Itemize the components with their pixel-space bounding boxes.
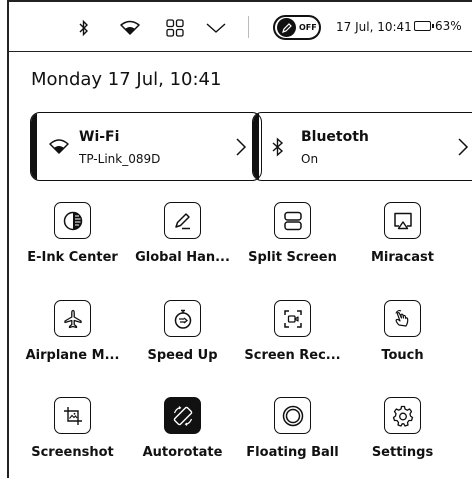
split-screen-icon [274,202,311,239]
control-center-panel: OFF 17 Jul, 10:41 63% Monday 17 Jul, 10:… [7,0,472,478]
tile-screenshot[interactable]: Screenshot [16,397,126,477]
tile-label: Screen Rec... [244,348,341,363]
apps-grid-icon[interactable] [164,17,186,39]
tile-screen-recording[interactable]: Screen Rec... [236,300,346,380]
tile-label: Split Screen [248,250,337,265]
wifi-network-name: TP-Link_089D [79,152,161,166]
tile-airplane-mode[interactable]: Airplane M... [16,300,126,380]
tile-miracast[interactable]: Miracast [346,202,456,282]
bluetooth-status: On [301,152,319,166]
tile-label: Screenshot [31,445,114,460]
tile-eink-center[interactable]: E-Ink Center [16,202,126,282]
bluetooth-icon[interactable] [73,17,95,39]
gear-icon [384,397,421,434]
pen-icon [164,202,201,239]
pen-off-icon [277,18,296,37]
wifi-title: Wi-Fi [79,129,120,145]
battery-icon [414,21,434,31]
card-tab [253,113,259,180]
airplane-icon [54,300,91,337]
wifi-card[interactable]: Wi-Fi TP-Link_089D [30,112,262,181]
tile-label: Touch [381,348,424,363]
screen-record-icon [274,300,311,337]
touch-icon [384,300,421,337]
tile-label: Miracast [370,250,434,265]
page-title: Monday 17 Jul, 10:41 [31,69,222,90]
bluetooth-icon [271,137,291,157]
tile-label: Speed Up [147,348,218,363]
chevron-right-icon[interactable] [457,137,469,157]
cast-icon [384,202,421,239]
wifi-icon [49,137,69,157]
status-datetime: 17 Jul, 10:41 [336,20,412,34]
stopwatch-icon [164,300,201,337]
tile-label: Floating Ball [246,445,339,460]
tile-touch[interactable]: Touch [346,300,456,380]
tile-label: Autorotate [142,445,223,460]
tile-label: Global Han... [135,250,230,265]
tile-split-screen[interactable]: Split Screen [236,202,346,282]
floating-ball-icon [274,397,311,434]
bluetooth-card[interactable]: Bluetoth On [252,112,472,181]
tile-floating-ball[interactable]: Floating Ball [236,397,346,477]
tile-autorotate[interactable]: Autorotate [126,397,236,477]
bluetooth-title: Bluetoth [301,129,369,145]
eink-mode-toggle[interactable]: OFF [273,15,321,40]
tile-speed-up[interactable]: Speed Up [126,300,236,380]
tile-label: Airplane M... [25,348,120,363]
card-tab [31,113,37,180]
chevron-right-icon[interactable] [235,137,247,157]
status-divider [248,16,249,38]
tile-label: E-Ink Center [27,250,118,265]
status-bar: OFF 17 Jul, 10:41 63% [9,2,472,52]
off-badge-label: OFF [299,23,317,32]
wifi-icon[interactable] [119,17,141,39]
battery-indicator: 63% [414,19,462,33]
tile-global-handwriting[interactable]: Global Han... [126,202,236,282]
battery-percent: 63% [435,19,462,33]
screenshot-icon [54,397,91,434]
chevron-down-icon[interactable] [205,17,227,39]
contrast-icon [54,202,91,239]
tile-label: Settings [371,445,434,460]
tile-settings[interactable]: Settings [346,397,456,477]
autorotate-icon [164,397,201,434]
